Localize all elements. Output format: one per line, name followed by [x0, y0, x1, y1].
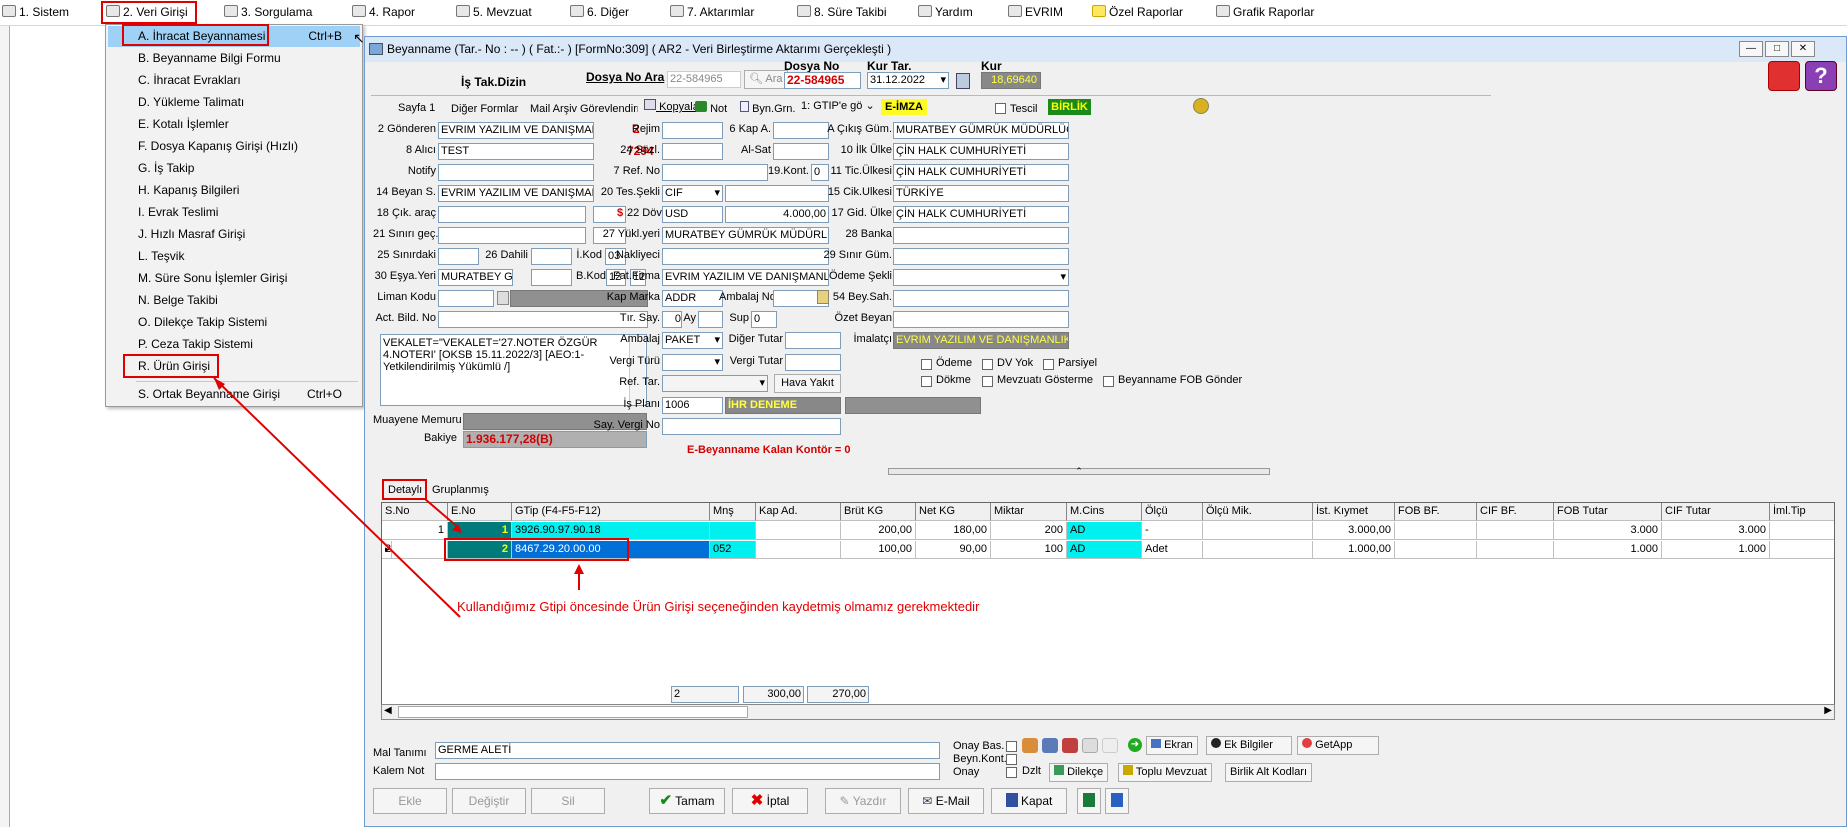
arrow-head-detayli [452, 524, 462, 533]
annotation-arrows [213, 377, 584, 618]
arrow-line-detayli [424, 498, 461, 530]
annotation-text: Kullandığımız Gtipi öncesinde Ürün Giriş… [457, 599, 980, 614]
arrow-head-grid [574, 564, 584, 574]
arrow-line-urun [213, 377, 461, 618]
